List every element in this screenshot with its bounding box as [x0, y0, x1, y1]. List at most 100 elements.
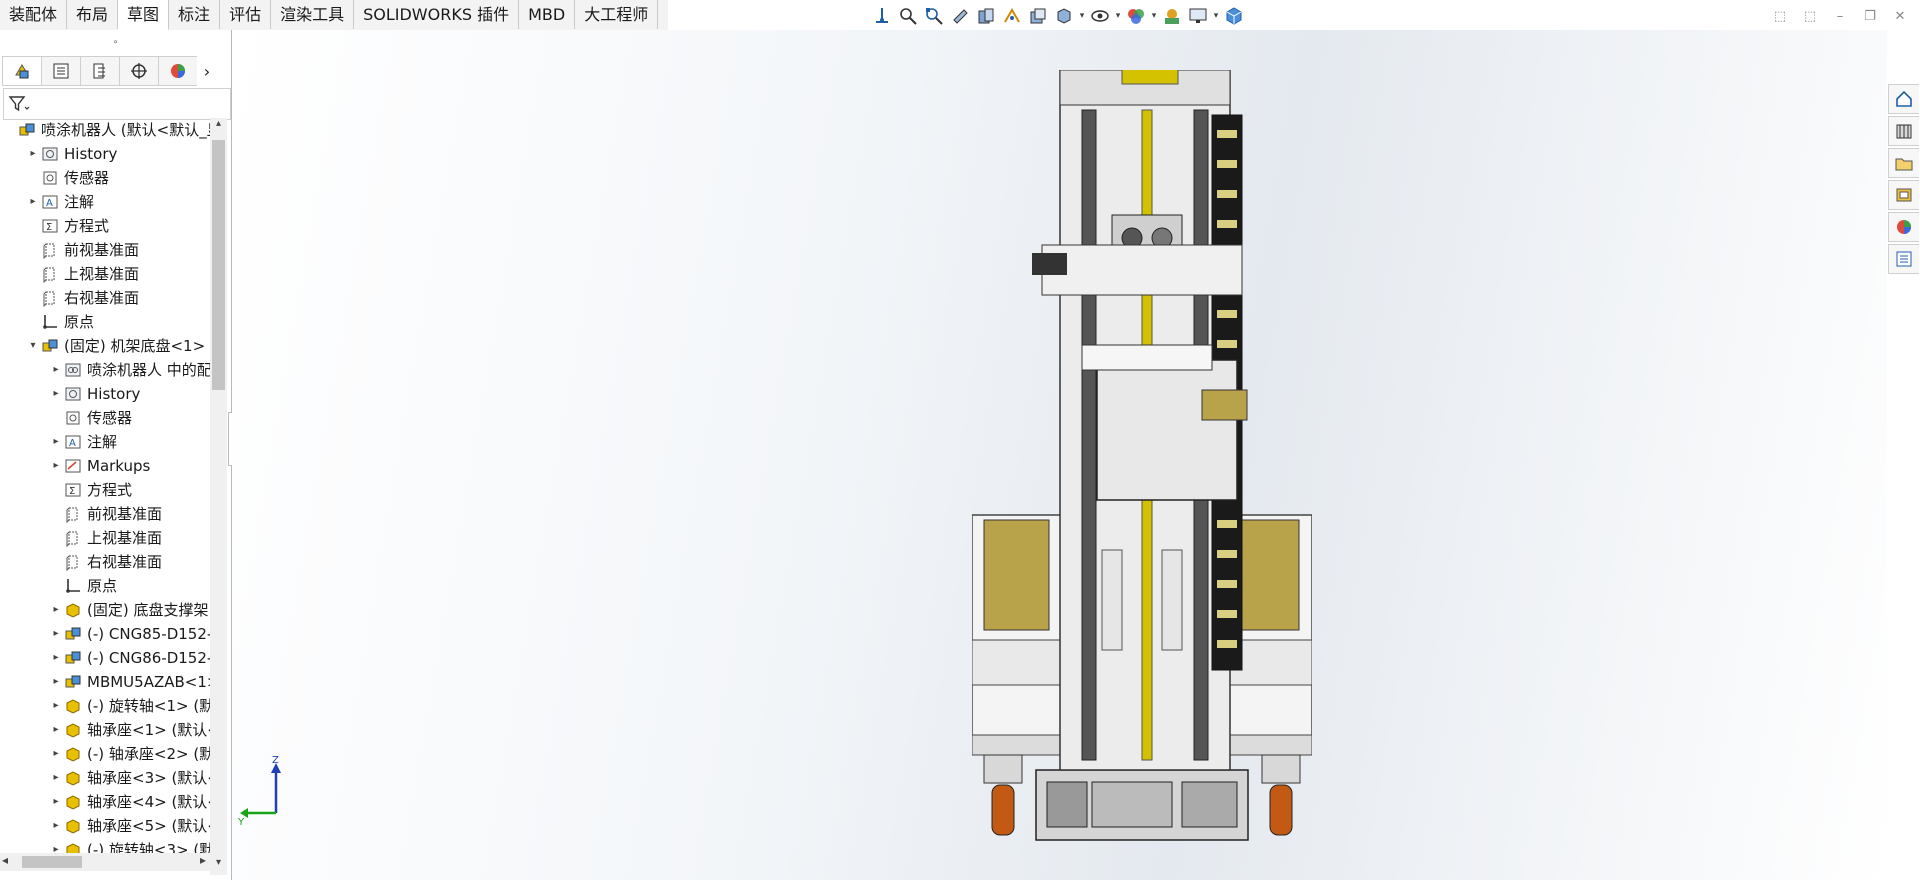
restore-icon[interactable]: ❐: [1860, 6, 1880, 26]
tree-item[interactable]: ▸ 轴承座<1> (默认<<: [0, 718, 210, 742]
tile-right-icon[interactable]: ⬚: [1800, 6, 1820, 26]
tab-2[interactable]: 草图: [118, 0, 170, 30]
file-explorer-icon[interactable]: [1888, 148, 1919, 178]
previous-view-icon[interactable]: [948, 4, 972, 28]
design-library-icon[interactable]: [1888, 116, 1919, 146]
edit-appearance-icon[interactable]: [1124, 4, 1148, 28]
display-style-icon[interactable]: [1052, 4, 1076, 28]
view-palette-icon[interactable]: [1888, 180, 1919, 210]
scroll-down-icon[interactable]: ▾: [210, 857, 227, 875]
tab-5[interactable]: 渲染工具: [271, 0, 355, 29]
chevron-right-icon[interactable]: ▸: [28, 190, 38, 214]
dimxpert-icon[interactable]: [119, 56, 158, 86]
scroll-right-icon[interactable]: ▸: [200, 853, 206, 867]
display-manager-icon[interactable]: [158, 56, 197, 86]
view-setting-monitor-icon[interactable]: [1186, 4, 1210, 28]
tab-6[interactable]: SOLIDWORKS 插件: [354, 0, 520, 29]
tree-vertical-scrollbar[interactable]: ▴ ▾: [210, 118, 227, 875]
feature-manager-icon[interactable]: [2, 56, 41, 86]
tree-item[interactable]: 右视基准面: [0, 550, 210, 574]
solidworks-resources-icon[interactable]: [1888, 84, 1919, 114]
chevron-right-icon[interactable]: ▸: [51, 670, 61, 694]
chevron-right-icon[interactable]: ▸: [51, 790, 61, 814]
chevron-right-icon[interactable]: ▸: [51, 694, 61, 718]
apply-scene-icon[interactable]: [1160, 4, 1184, 28]
chevron-down-icon[interactable]: ▾: [1114, 4, 1122, 28]
tab-7[interactable]: MBD: [519, 0, 576, 29]
tree-item[interactable]: ▸ A 注解: [0, 430, 210, 454]
tree-item[interactable]: 传感器: [0, 166, 210, 190]
tree-item[interactable]: Σ 方程式: [0, 478, 210, 502]
dynamic-annotation-icon[interactable]: [1000, 4, 1024, 28]
tree-item[interactable]: ▸ (-) CNG85-D152-U: [0, 622, 210, 646]
chevron-down-icon[interactable]: ▾: [28, 334, 38, 358]
tab-0[interactable]: 装配体: [0, 0, 68, 29]
scroll-up-icon[interactable]: ▴: [210, 118, 227, 136]
hscroll-thumb[interactable]: [22, 856, 82, 868]
view-settings-icon[interactable]: [1026, 4, 1050, 28]
tree-filter[interactable]: [3, 88, 231, 120]
chevron-right-icon[interactable]: ▸: [51, 742, 61, 766]
tree-item[interactable]: 原点: [0, 310, 210, 334]
zoom-to-fit-icon[interactable]: [896, 4, 920, 28]
tab-1[interactable]: 布局: [67, 0, 119, 29]
chevron-down-icon[interactable]: ▾: [1212, 4, 1220, 28]
tree-item[interactable]: 前视基准面: [0, 502, 210, 526]
tree-item[interactable]: ▸ History: [0, 142, 210, 166]
tree-horizontal-scrollbar[interactable]: ◂ ▸: [0, 853, 210, 871]
chevron-right-icon[interactable]: ▸: [51, 718, 61, 742]
tree-item[interactable]: ▸ A 注解: [0, 190, 210, 214]
tree-item[interactable]: Σ 方程式: [0, 214, 210, 238]
tab-3[interactable]: 标注: [169, 0, 221, 29]
scroll-left-icon[interactable]: ◂: [2, 853, 8, 867]
chevron-right-icon[interactable]: ▸: [28, 142, 38, 166]
appearances-icon[interactable]: [1888, 212, 1919, 242]
chevron-right-icon[interactable]: ▸: [51, 646, 61, 670]
chevron-right-icon[interactable]: ▸: [51, 358, 61, 382]
tree-item[interactable]: 上视基准面: [0, 526, 210, 550]
tree-item[interactable]: ▸ Markups: [0, 454, 210, 478]
configuration-manager-icon[interactable]: [80, 56, 119, 86]
chevron-right-icon[interactable]: ▸: [51, 814, 61, 838]
cube-icon[interactable]: [1222, 4, 1246, 28]
tab-8[interactable]: 大工程师: [575, 0, 659, 29]
chevron-right-icon[interactable]: ▸: [51, 598, 61, 622]
tree-item[interactable]: ▸ (固定) 底盘支撑架<1: [0, 598, 210, 622]
robot-model[interactable]: [972, 70, 1312, 870]
view-orientation-icon[interactable]: [870, 4, 894, 28]
tree-item[interactable]: ▸ 轴承座<5> (默认<<: [0, 814, 210, 838]
tree-item[interactable]: 传感器: [0, 406, 210, 430]
tree-item[interactable]: ▸ History: [0, 382, 210, 406]
tree-item[interactable]: 上视基准面: [0, 262, 210, 286]
tree-item[interactable]: ▸ (-) 旋转轴<1> (默认: [0, 694, 210, 718]
chevron-right-icon[interactable]: ▸: [51, 382, 61, 406]
minimize-icon[interactable]: –: [1830, 6, 1850, 26]
zoom-to-area-icon[interactable]: [922, 4, 946, 28]
close-icon[interactable]: ✕: [1890, 6, 1910, 26]
chevron-right-icon[interactable]: ▸: [51, 622, 61, 646]
panel-grip[interactable]: ⚬: [0, 38, 231, 48]
tree-item[interactable]: ▸ (-) CNG86-D152-U: [0, 646, 210, 670]
tab-4[interactable]: 评估: [220, 0, 272, 29]
tree-item[interactable]: ▸ 轴承座<4> (默认<<: [0, 790, 210, 814]
hide-show-items-icon[interactable]: [1088, 4, 1112, 28]
tree-item[interactable]: ▸ 喷涂机器人 中的配合: [0, 358, 210, 382]
tree-item[interactable]: 前视基准面: [0, 238, 210, 262]
tree-item[interactable]: 喷涂机器人 (默认<默认_显: [0, 118, 210, 142]
chevron-down-icon[interactable]: ▾: [1078, 4, 1086, 28]
tree-item[interactable]: 右视基准面: [0, 286, 210, 310]
tree-item[interactable]: ▸ MBMU5AZAB<1>: [0, 670, 210, 694]
graphics-area[interactable]: Z Y: [232, 30, 1887, 880]
chevron-down-icon[interactable]: ▾: [1150, 4, 1158, 28]
scroll-thumb[interactable]: [212, 140, 225, 390]
chevron-right-icon[interactable]: ▸: [51, 766, 61, 790]
custom-properties-icon[interactable]: [1888, 244, 1919, 274]
section-view-icon[interactable]: [974, 4, 998, 28]
tree-item[interactable]: ▸ (-) 轴承座<2> (默认: [0, 742, 210, 766]
property-manager-icon[interactable]: [41, 56, 80, 86]
tree-item[interactable]: 原点: [0, 574, 210, 598]
chevron-right-icon[interactable]: ▸: [51, 430, 61, 454]
tile-left-icon[interactable]: ⬚: [1770, 6, 1790, 26]
chevron-right-icon[interactable]: ▸: [51, 454, 61, 478]
tree-item[interactable]: ▾ (固定) 机架底盘<1> (默: [0, 334, 210, 358]
